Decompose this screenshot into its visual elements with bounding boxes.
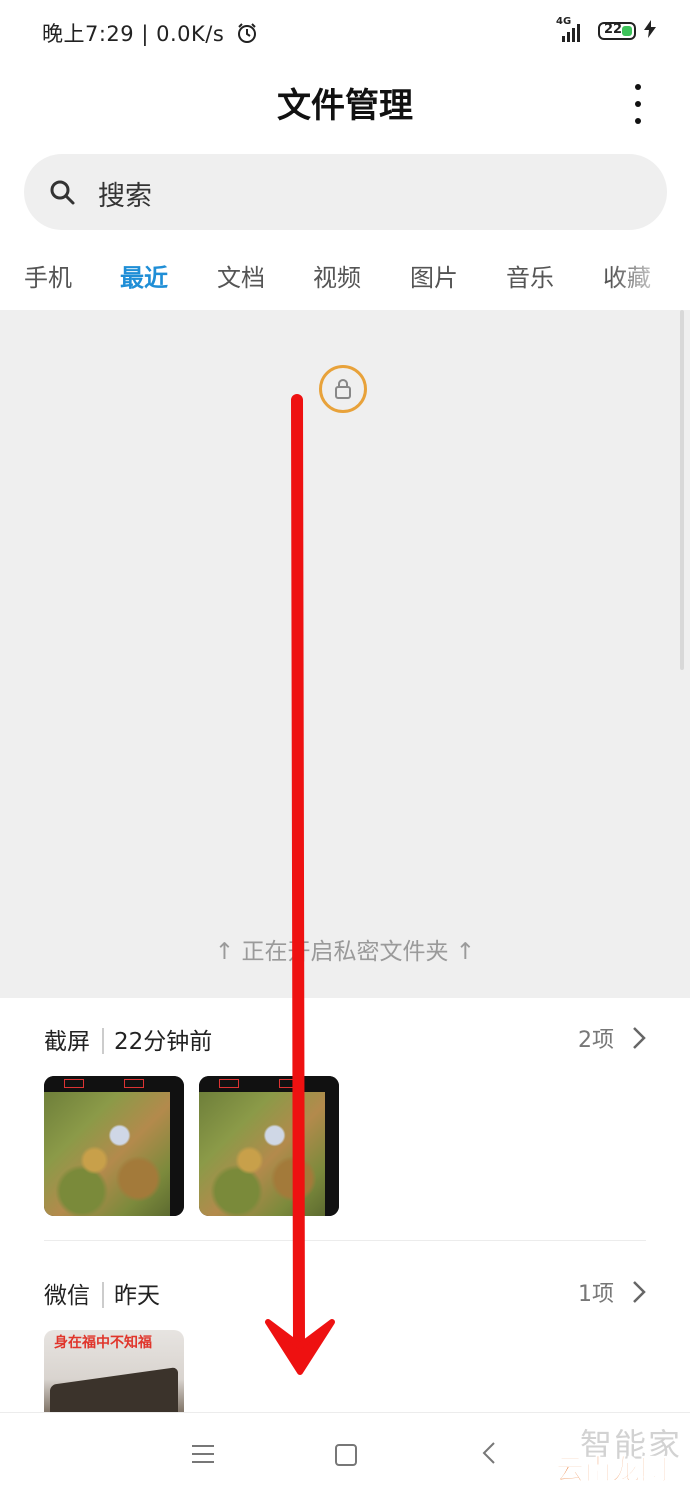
status-separator: |	[141, 22, 149, 46]
wechat-thumbnail[interactable]: 身在福中不知福	[44, 1330, 184, 1412]
battery-level: 22	[604, 22, 623, 37]
back-icon[interactable]	[482, 1441, 496, 1469]
chevron-right-icon[interactable]	[632, 1280, 646, 1308]
menu-icon[interactable]	[192, 1445, 214, 1463]
watermark-bottom: 云南龙网	[555, 1453, 669, 1487]
section-name: 微信	[44, 1283, 90, 1309]
tab-music[interactable]: 音乐	[506, 258, 554, 293]
section-count: 2项	[578, 1028, 614, 1053]
chevron-right-icon[interactable]	[632, 1026, 646, 1054]
search-placeholder: 搜索	[98, 181, 152, 212]
thumbnail-row	[44, 1076, 339, 1216]
page-title: 文件管理	[277, 86, 413, 126]
signal-icon: 4G	[552, 16, 590, 44]
search-input[interactable]: 搜索	[24, 154, 667, 230]
more-icon[interactable]	[628, 84, 648, 124]
status-time: 晚上7:29	[42, 22, 135, 46]
section-time: 22分钟前	[114, 1029, 213, 1055]
home-icon[interactable]	[335, 1444, 357, 1466]
screenshot-thumbnail[interactable]	[199, 1076, 339, 1216]
thumbnail-row: 身在福中不知福	[44, 1330, 184, 1412]
alarm-icon	[236, 22, 258, 49]
section-header[interactable]: 微信 昨天 1项	[0, 1276, 690, 1316]
section-header[interactable]: 截屏 22分钟前 2项	[0, 1022, 690, 1062]
title-bar: 文件管理	[0, 70, 690, 140]
section-count: 1项	[578, 1282, 614, 1307]
tab-videos[interactable]: 视频	[313, 258, 361, 293]
wechat-section: 微信 昨天 1项 身在福中不知福	[0, 1276, 690, 1412]
private-folder-hint: ↑ 正在开启私密文件夹 ↑	[214, 939, 476, 965]
charging-icon	[644, 20, 656, 42]
status-bar: 晚上7:29 | 0.0K/s 4G 22	[0, 0, 690, 64]
screenshot-thumbnail[interactable]	[44, 1076, 184, 1216]
thumbnail-caption: 身在福中不知福	[54, 1335, 152, 1351]
tab-recent[interactable]: 最近	[120, 258, 168, 293]
scrollbar[interactable]	[680, 310, 684, 670]
section-time: 昨天	[114, 1283, 160, 1309]
private-folder-area[interactable]: ↑ 正在开启私密文件夹 ↑	[0, 310, 690, 998]
section-divider	[44, 1240, 646, 1241]
section-name: 截屏	[44, 1029, 90, 1055]
tab-documents[interactable]: 文档	[217, 258, 265, 293]
status-left: 晚上7:29 | 0.0K/s	[42, 18, 258, 49]
status-right: 4G 22	[552, 16, 656, 44]
status-speed: 0.0K/s	[156, 22, 225, 46]
search-icon	[48, 178, 76, 210]
screenshot-section: 截屏 22分钟前 2项	[0, 1022, 690, 1222]
lock-icon[interactable]	[319, 365, 367, 413]
battery-icon: 22	[598, 22, 636, 40]
category-tabs: 手机 最近 文档 视频 图片 音乐 收藏	[0, 254, 690, 302]
tab-images[interactable]: 图片	[410, 258, 458, 293]
tab-phone[interactable]: 手机	[24, 258, 72, 293]
